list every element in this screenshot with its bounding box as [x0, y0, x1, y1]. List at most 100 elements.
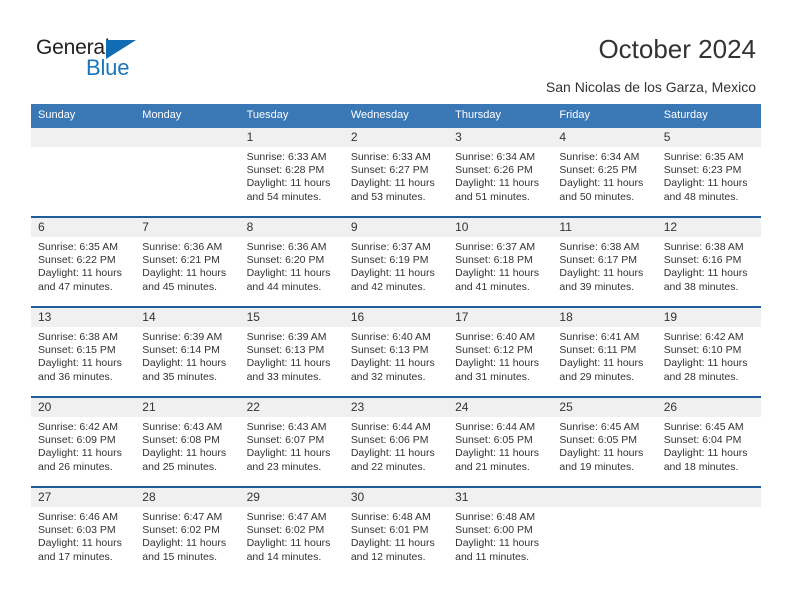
calendar-day-cell[interactable]: 19 Sunrise: 6:42 AM Sunset: 6:10 PM Dayl…: [656, 307, 761, 398]
calendar-day-cell[interactable]: 4 Sunrise: 6:34 AM Sunset: 6:25 PM Dayli…: [552, 128, 657, 218]
sunset-text: Sunset: 6:20 PM: [246, 254, 325, 267]
sunset-text: Sunset: 6:10 PM: [663, 344, 742, 357]
calendar-day-cell[interactable]: 8 Sunrise: 6:36 AM Sunset: 6:20 PM Dayli…: [239, 217, 344, 308]
daylight-text-line2: and 19 minutes.: [559, 460, 635, 473]
sunset-text: Sunset: 6:26 PM: [455, 164, 533, 177]
calendar-day-cell[interactable]: 6 Sunrise: 6:35 AM Sunset: 6:22 PM Dayli…: [31, 217, 136, 308]
calendar-day-cell[interactable]: 15 Sunrise: 6:39 AM Sunset: 6:13 PM Dayl…: [239, 307, 344, 398]
page-subtitle: San Nicolas de los Garza, Mexico: [545, 79, 756, 95]
calendar-day-cell[interactable]: 31 Sunrise: 6:48 AM Sunset: 6:00 PM Dayl…: [448, 487, 553, 576]
daylight-text-line1: Daylight: 11 hours: [142, 537, 227, 550]
sunset-text: Sunset: 6:12 PM: [455, 344, 533, 357]
calendar-day-cell[interactable]: 29 Sunrise: 6:47 AM Sunset: 6:02 PM Dayl…: [239, 487, 344, 576]
day-number: 1: [239, 128, 344, 147]
day-number: 21: [135, 398, 240, 417]
sunrise-text: Sunrise: 6:37 AM: [455, 241, 536, 253]
sunset-text: Sunset: 6:13 PM: [350, 344, 429, 357]
day-details: Sunrise: 6:48 AM Sunset: 6:01 PM Dayligh…: [344, 507, 448, 564]
calendar-day-cell[interactable]: 9 Sunrise: 6:37 AM Sunset: 6:19 PM Dayli…: [343, 217, 449, 308]
sunset-text: Sunset: 6:07 PM: [246, 434, 325, 447]
day-number: 6: [31, 218, 136, 237]
calendar-day-cell[interactable]: 25 Sunrise: 6:45 AM Sunset: 6:05 PM Dayl…: [552, 397, 657, 488]
day-number: 20: [31, 398, 136, 417]
calendar-day-cell[interactable]: 28 Sunrise: 6:47 AM Sunset: 6:02 PM Dayl…: [135, 487, 240, 576]
page-header: General Blue October 2024 San Nicolas de…: [0, 0, 792, 100]
sunset-text: Sunset: 6:11 PM: [559, 344, 637, 357]
weekday-header-monday: Monday: [135, 104, 240, 128]
calendar-day-cell[interactable]: 22 Sunrise: 6:43 AM Sunset: 6:07 PM Dayl…: [239, 397, 344, 488]
calendar-day-cell[interactable]: 30 Sunrise: 6:48 AM Sunset: 6:01 PM Dayl…: [343, 487, 449, 576]
sunset-text: Sunset: 6:08 PM: [142, 434, 220, 447]
daylight-text-line1: Daylight: 11 hours: [455, 537, 539, 550]
daylight-text-line2: and 25 minutes.: [142, 460, 217, 473]
sunrise-text: Sunrise: 6:34 AM: [559, 151, 640, 163]
sunset-text: Sunset: 6:09 PM: [38, 434, 116, 447]
day-number: 26: [656, 398, 761, 417]
day-details: [552, 507, 656, 511]
calendar-day-cell[interactable]: 12 Sunrise: 6:38 AM Sunset: 6:16 PM Dayl…: [656, 217, 761, 308]
day-number: 14: [135, 308, 240, 327]
day-number: 8: [239, 218, 344, 237]
calendar-day-cell[interactable]: 10 Sunrise: 6:37 AM Sunset: 6:18 PM Dayl…: [448, 217, 553, 308]
calendar-day-cell[interactable]: [656, 487, 761, 576]
daylight-text-line2: and 45 minutes.: [142, 280, 217, 293]
daylight-text-line1: Daylight: 11 hours: [350, 357, 435, 370]
daylight-text-line1: Daylight: 11 hours: [38, 357, 122, 370]
sunset-text: Sunset: 6:22 PM: [38, 254, 116, 267]
calendar-day-cell[interactable]: 26 Sunrise: 6:45 AM Sunset: 6:04 PM Dayl…: [656, 397, 761, 488]
day-number: [552, 488, 657, 507]
daylight-text-line2: and 47 minutes.: [38, 280, 113, 293]
sunset-text: Sunset: 6:14 PM: [142, 344, 220, 357]
calendar-day-cell[interactable]: 20 Sunrise: 6:42 AM Sunset: 6:09 PM Dayl…: [31, 397, 136, 488]
calendar-week-row: 20 Sunrise: 6:42 AM Sunset: 6:09 PM Dayl…: [31, 397, 761, 488]
calendar-day-cell[interactable]: 16 Sunrise: 6:40 AM Sunset: 6:13 PM Dayl…: [343, 307, 449, 398]
weekday-header-tuesday: Tuesday: [239, 104, 344, 128]
daylight-text-line1: Daylight: 11 hours: [350, 177, 435, 190]
calendar-day-cell[interactable]: 3 Sunrise: 6:34 AM Sunset: 6:26 PM Dayli…: [448, 128, 553, 218]
sunrise-text: Sunrise: 6:45 AM: [559, 421, 640, 433]
day-details: Sunrise: 6:40 AM Sunset: 6:12 PM Dayligh…: [448, 327, 552, 384]
calendar-day-cell[interactable]: 5 Sunrise: 6:35 AM Sunset: 6:23 PM Dayli…: [656, 128, 761, 218]
daylight-text-line2: and 54 minutes.: [246, 190, 322, 203]
calendar-day-cell[interactable]: [552, 487, 657, 576]
daylight-text-line1: Daylight: 11 hours: [142, 267, 227, 280]
calendar-day-cell[interactable]: 24 Sunrise: 6:44 AM Sunset: 6:05 PM Dayl…: [448, 397, 553, 488]
day-number: [656, 488, 761, 507]
calendar-day-cell[interactable]: 7 Sunrise: 6:36 AM Sunset: 6:21 PM Dayli…: [135, 217, 240, 308]
calendar-day-cell[interactable]: [135, 128, 240, 218]
sunset-text: Sunset: 6:00 PM: [455, 524, 533, 537]
sunset-text: Sunset: 6:04 PM: [663, 434, 742, 447]
calendar-day-cell[interactable]: 11 Sunrise: 6:38 AM Sunset: 6:17 PM Dayl…: [552, 217, 657, 308]
daylight-text-line1: Daylight: 11 hours: [663, 267, 748, 280]
day-number: 28: [135, 488, 240, 507]
daylight-text-line2: and 41 minutes.: [455, 280, 530, 293]
day-number: 18: [552, 308, 657, 327]
logo-text-blue: Blue: [86, 55, 130, 80]
calendar-day-cell[interactable]: [31, 128, 136, 218]
sunrise-text: Sunrise: 6:47 AM: [142, 511, 223, 523]
calendar-day-cell[interactable]: 18 Sunrise: 6:41 AM Sunset: 6:11 PM Dayl…: [552, 307, 657, 398]
daylight-text-line2: and 28 minutes.: [663, 370, 739, 383]
calendar-day-cell[interactable]: 21 Sunrise: 6:43 AM Sunset: 6:08 PM Dayl…: [135, 397, 240, 488]
sunrise-text: Sunrise: 6:44 AM: [350, 421, 431, 433]
day-details: Sunrise: 6:46 AM Sunset: 6:03 PM Dayligh…: [31, 507, 135, 564]
calendar-day-cell[interactable]: 27 Sunrise: 6:46 AM Sunset: 6:03 PM Dayl…: [31, 487, 136, 576]
calendar-day-cell[interactable]: 13 Sunrise: 6:38 AM Sunset: 6:15 PM Dayl…: [31, 307, 136, 398]
calendar-day-cell[interactable]: 14 Sunrise: 6:39 AM Sunset: 6:14 PM Dayl…: [135, 307, 240, 398]
sunset-text: Sunset: 6:02 PM: [142, 524, 220, 537]
daylight-text-line2: and 23 minutes.: [246, 460, 322, 473]
calendar-day-cell[interactable]: 17 Sunrise: 6:40 AM Sunset: 6:12 PM Dayl…: [448, 307, 553, 398]
day-details: Sunrise: 6:48 AM Sunset: 6:00 PM Dayligh…: [448, 507, 552, 564]
weekday-header-wednesday: Wednesday: [343, 104, 449, 128]
sunset-text: Sunset: 6:05 PM: [455, 434, 533, 447]
day-number: 17: [448, 308, 553, 327]
sunset-text: Sunset: 6:01 PM: [350, 524, 429, 537]
calendar-day-cell[interactable]: 2 Sunrise: 6:33 AM Sunset: 6:27 PM Dayli…: [343, 128, 449, 218]
daylight-text-line2: and 39 minutes.: [559, 280, 635, 293]
calendar-day-cell[interactable]: 23 Sunrise: 6:44 AM Sunset: 6:06 PM Dayl…: [343, 397, 449, 488]
daylight-text-line2: and 11 minutes.: [455, 550, 530, 563]
day-number: 11: [552, 218, 657, 237]
sunrise-text: Sunrise: 6:38 AM: [559, 241, 640, 253]
calendar-day-cell[interactable]: 1 Sunrise: 6:33 AM Sunset: 6:28 PM Dayli…: [239, 128, 344, 218]
sunrise-text: Sunrise: 6:38 AM: [663, 241, 744, 253]
